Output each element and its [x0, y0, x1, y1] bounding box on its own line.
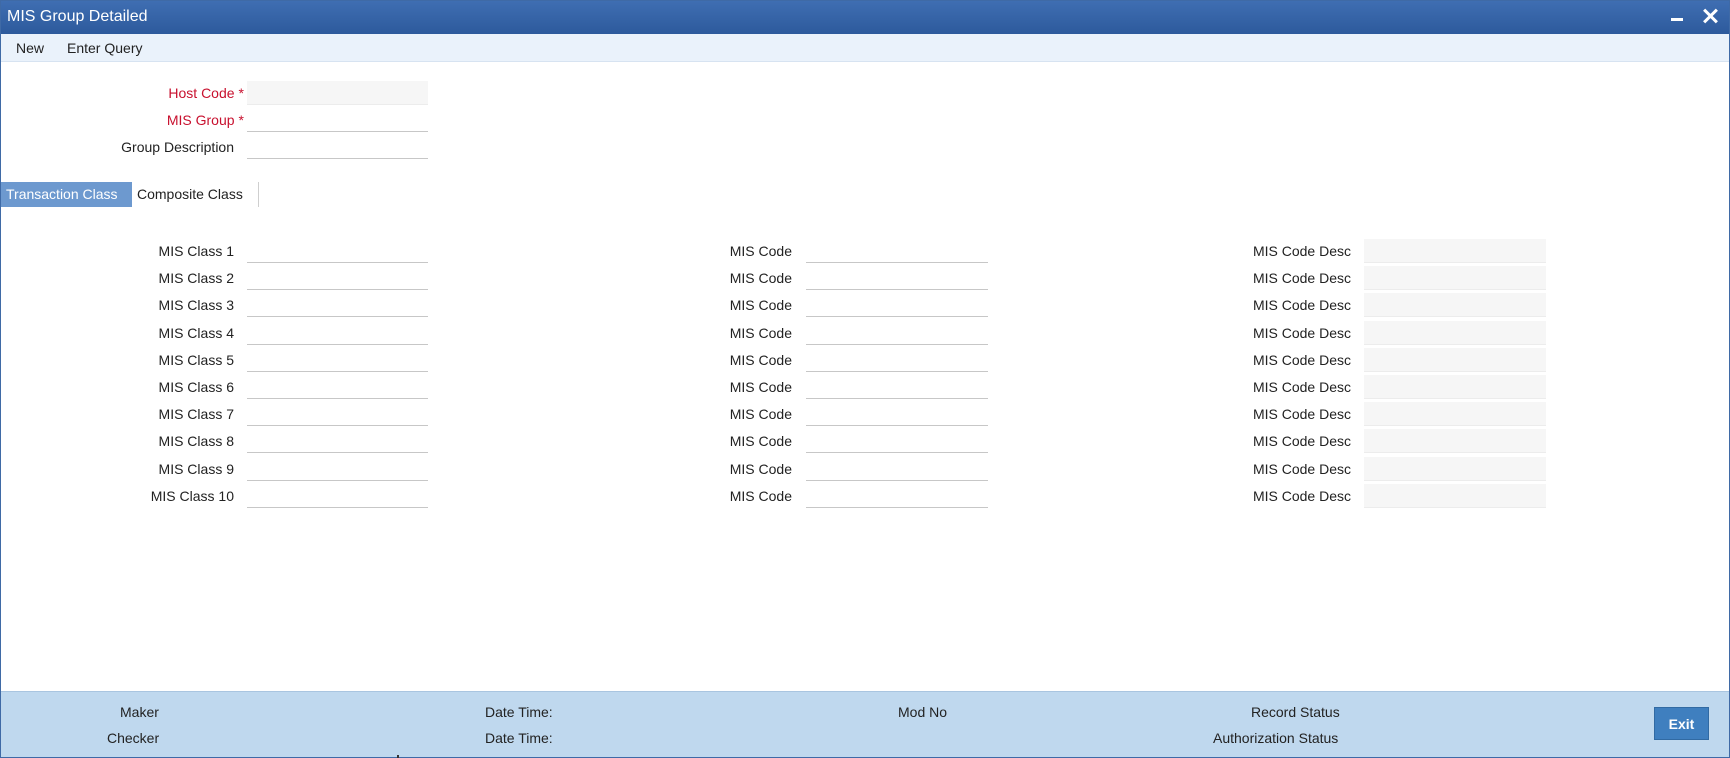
toolbar: New Enter Query	[1, 34, 1729, 62]
mis-code-label: MIS Code	[729, 270, 792, 286]
required-marker: *	[238, 85, 244, 101]
mis-code-desc-field[interactable]	[1364, 348, 1546, 372]
group-description-field[interactable]	[247, 135, 428, 159]
new-button[interactable]: New	[16, 40, 44, 56]
mis-code-desc-label: MIS Code Desc	[1252, 406, 1351, 422]
mis-code-label: MIS Code	[729, 352, 792, 368]
exit-button[interactable]: Exit	[1654, 707, 1709, 740]
mis-code-label: MIS Code	[729, 325, 792, 341]
title-bar: MIS Group Detailed	[1, 1, 1729, 34]
enter-query-button[interactable]: Enter Query	[67, 40, 142, 56]
mis-code-desc-label: MIS Code Desc	[1252, 379, 1351, 395]
mis-class-field[interactable]	[247, 293, 428, 317]
maker-date-time-label: Date Time:	[485, 704, 553, 720]
mis-code-desc-field[interactable]	[1364, 429, 1546, 453]
host-code-field[interactable]	[247, 81, 428, 105]
mis-code-desc-label: MIS Code Desc	[1252, 270, 1351, 286]
mis-code-label: MIS Code	[729, 379, 792, 395]
minimize-icon[interactable]	[1665, 5, 1689, 29]
mis-code-label: MIS Code	[729, 297, 792, 313]
mis-group-detailed-window: MIS Group Detailed New Enter Query Host …	[0, 0, 1730, 758]
mis-code-field[interactable]	[806, 348, 988, 372]
checker-date-time-label: Date Time:	[485, 730, 553, 746]
mis-code-field[interactable]	[806, 429, 988, 453]
mis-class-field[interactable]	[247, 402, 428, 426]
mis-code-field[interactable]	[806, 375, 988, 399]
host-code-label-text: Host Code	[168, 85, 235, 101]
mis-class-field[interactable]	[247, 484, 428, 508]
mis-class-label: MIS Class 4	[158, 325, 234, 341]
mis-class-field[interactable]	[247, 266, 428, 290]
maker-label: Maker	[120, 704, 159, 720]
mis-code-label: MIS Code	[729, 461, 792, 477]
mis-code-desc-field[interactable]	[1364, 239, 1546, 263]
mis-class-label: MIS Class 3	[158, 297, 234, 313]
mis-class-label: MIS Class 8	[158, 433, 234, 449]
mis-code-field[interactable]	[806, 457, 988, 481]
mod-no-label: Mod No	[898, 704, 948, 720]
mis-code-desc-field[interactable]	[1364, 402, 1546, 426]
checker-label: Checker	[107, 730, 160, 746]
mis-class-label: MIS Class 2	[158, 270, 234, 286]
mis-class-label: MIS Class 9	[158, 461, 234, 477]
mis-group-label-text: MIS Group	[166, 112, 235, 128]
mis-class-label: MIS Class 5	[158, 352, 234, 368]
record-status-label: Record Status	[1251, 704, 1340, 720]
mis-class-label: MIS Class 6	[158, 379, 234, 395]
mis-code-desc-label: MIS Code Desc	[1252, 488, 1351, 504]
mis-code-label: MIS Code	[729, 406, 792, 422]
group-description-label: Group Description	[121, 139, 234, 155]
audit-footer: Maker Checker Date Time: Date Time: Mod …	[1, 691, 1729, 757]
mis-code-field[interactable]	[806, 266, 988, 290]
mis-group-field[interactable]	[247, 108, 428, 132]
mis-code-label: MIS Code	[729, 488, 792, 504]
mis-class-field[interactable]	[247, 348, 428, 372]
mis-class-field[interactable]	[247, 375, 428, 399]
mis-code-field[interactable]	[806, 239, 988, 263]
close-icon[interactable]	[1698, 4, 1722, 28]
mis-code-desc-field[interactable]	[1364, 375, 1546, 399]
tab-composite-class[interactable]: Composite Class	[132, 182, 259, 207]
mis-code-desc-label: MIS Code Desc	[1252, 352, 1351, 368]
mis-code-label: MIS Code	[729, 243, 792, 259]
authorization-status-label: Authorization Status	[1213, 730, 1339, 746]
mis-code-desc-label: MIS Code Desc	[1252, 297, 1351, 313]
mis-code-desc-field[interactable]	[1364, 321, 1546, 345]
mis-code-desc-label: MIS Code Desc	[1252, 325, 1351, 341]
mis-group-label: MIS Group *	[101, 112, 244, 128]
host-code-label: Host Code *	[101, 85, 244, 101]
mis-code-desc-label: MIS Code Desc	[1252, 243, 1351, 259]
mis-code-desc-field[interactable]	[1364, 293, 1546, 317]
mis-code-field[interactable]	[806, 484, 988, 508]
mis-class-label: MIS Class 1	[158, 243, 234, 259]
mis-code-desc-field[interactable]	[1364, 266, 1546, 290]
mis-class-field[interactable]	[247, 321, 428, 345]
tab-transaction-class[interactable]: Transaction Class	[1, 182, 132, 207]
mis-class-label: MIS Class 7	[158, 406, 234, 422]
mis-code-label: MIS Code	[729, 433, 792, 449]
mis-code-field[interactable]	[806, 321, 988, 345]
mis-code-desc-label: MIS Code Desc	[1252, 433, 1351, 449]
window-title: MIS Group Detailed	[7, 8, 148, 25]
mis-code-desc-label: MIS Code Desc	[1252, 461, 1351, 477]
mis-class-field[interactable]	[247, 429, 428, 453]
required-marker: *	[238, 112, 244, 128]
mis-code-desc-field[interactable]	[1364, 484, 1546, 508]
mis-code-field[interactable]	[806, 402, 988, 426]
mis-class-field[interactable]	[247, 457, 428, 481]
mis-class-label: MIS Class 10	[150, 488, 234, 504]
mis-class-field[interactable]	[247, 239, 428, 263]
mis-code-desc-field[interactable]	[1364, 457, 1546, 481]
mis-code-field[interactable]	[806, 293, 988, 317]
